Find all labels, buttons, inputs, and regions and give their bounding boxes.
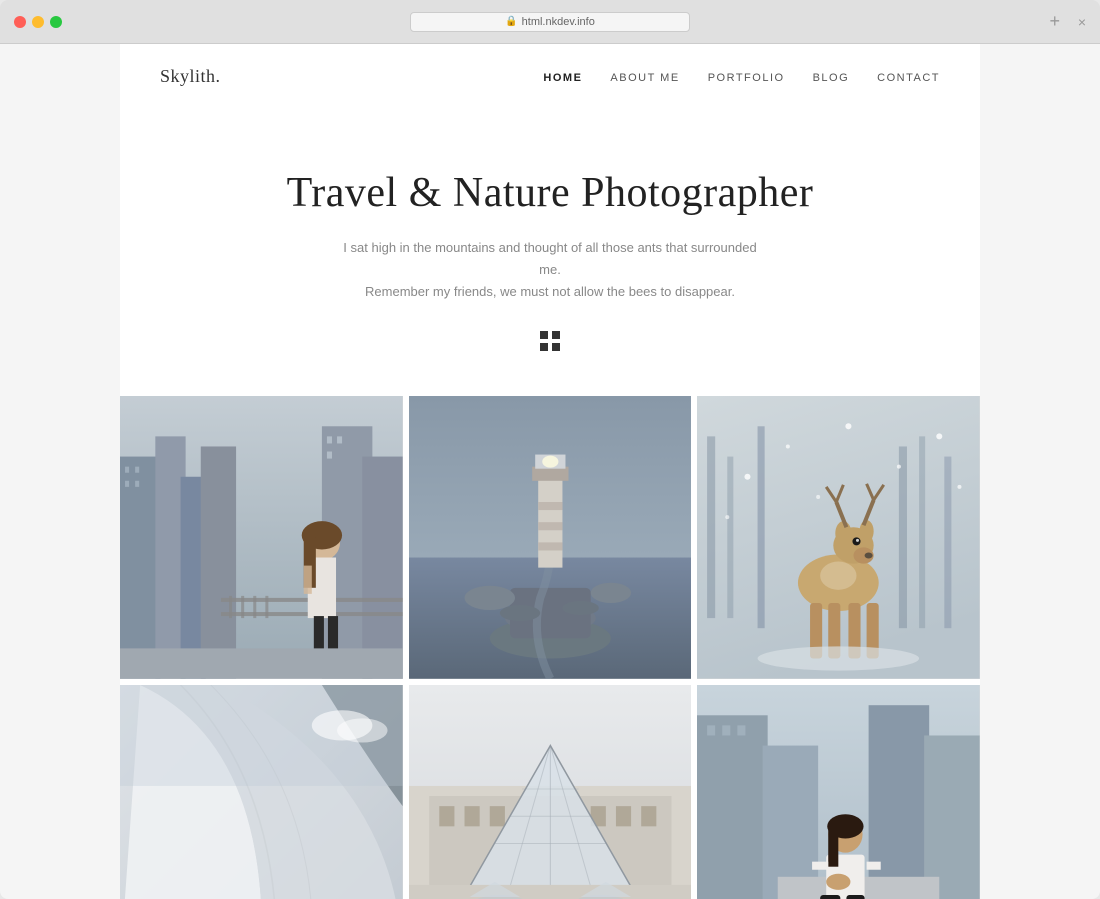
- close-dot[interactable]: [14, 16, 26, 28]
- nav-home[interactable]: HOME: [543, 72, 582, 84]
- browser-chrome: 🔒 html.nkdev.info × +: [0, 0, 1100, 44]
- url-bar[interactable]: 🔒 html.nkdev.info: [410, 12, 690, 32]
- url-text: html.nkdev.info: [522, 16, 595, 28]
- nav-links: HOME ABOUT ME PORTFOLIO BLOG CONTACT: [543, 68, 940, 86]
- maximize-dot[interactable]: [50, 16, 62, 28]
- nav-portfolio[interactable]: PORTFOLIO: [708, 72, 785, 84]
- photo-grid: [120, 396, 980, 899]
- photo-city1[interactable]: [120, 396, 403, 679]
- site-logo[interactable]: Skylith.: [160, 66, 221, 87]
- lock-icon: 🔒: [505, 16, 517, 27]
- new-tab-button[interactable]: +: [1049, 11, 1060, 32]
- photo-pyramid[interactable]: [409, 685, 692, 899]
- browser-traffic-lights: [0, 16, 62, 28]
- tab-close-button[interactable]: ×: [1078, 14, 1086, 30]
- minimize-dot[interactable]: [32, 16, 44, 28]
- photo-fabric[interactable]: [120, 685, 403, 899]
- nav-blog[interactable]: BLOG: [813, 72, 850, 84]
- nav-contact[interactable]: CONTACT: [877, 72, 940, 84]
- nav-about[interactable]: ABOUT ME: [610, 72, 679, 84]
- main-nav: Skylith. HOME ABOUT ME PORTFOLIO BLOG CO…: [120, 44, 980, 109]
- hero-section: Travel & Nature Photographer I sat high …: [120, 109, 980, 396]
- site-wrapper: Skylith. HOME ABOUT ME PORTFOLIO BLOG CO…: [120, 44, 980, 899]
- photo-city2[interactable]: [697, 685, 980, 899]
- hero-title: Travel & Nature Photographer: [160, 169, 940, 217]
- photo-lighthouse[interactable]: [409, 396, 692, 679]
- hero-subtitle: I sat high in the mountains and thought …: [340, 237, 760, 303]
- browser-content: Skylith. HOME ABOUT ME PORTFOLIO BLOG CO…: [0, 44, 1100, 899]
- grid-icon[interactable]: [540, 331, 560, 356]
- photo-deer[interactable]: [697, 396, 980, 679]
